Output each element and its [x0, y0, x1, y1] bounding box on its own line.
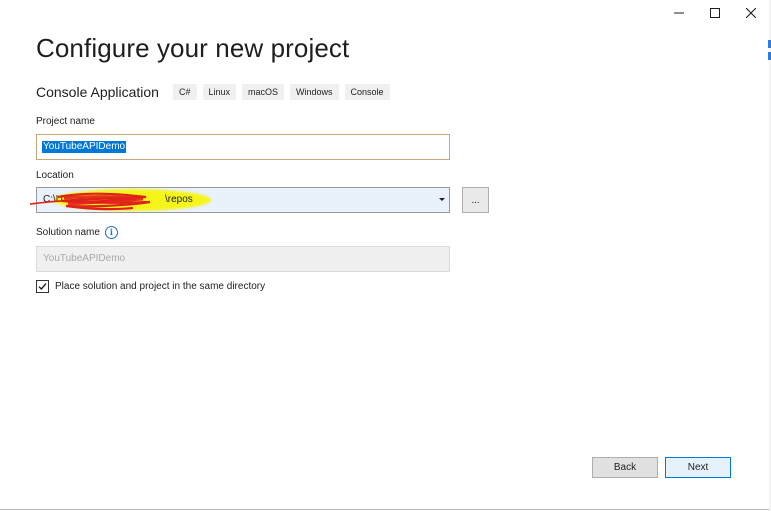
template-summary: Console Application C# Linux macOS Windo…	[36, 82, 390, 102]
location-value-end: \repos	[165, 194, 193, 205]
close-button[interactable]	[733, 0, 769, 26]
location-value-start: C:\U	[43, 194, 63, 205]
same-directory-option[interactable]: Place solution and project in the same d…	[36, 280, 265, 293]
same-directory-checkbox[interactable]	[36, 280, 49, 293]
back-button[interactable]: Back	[592, 457, 658, 478]
location-label: Location	[36, 170, 74, 181]
tag-language: C#	[172, 84, 197, 100]
location-value: C:\U \repos	[43, 194, 193, 206]
project-name-value: YouTubeAPIDemo	[42, 141, 127, 153]
template-name: Console Application	[36, 84, 159, 100]
page-title: Configure your new project	[36, 33, 350, 63]
tag-project-type: Console	[344, 84, 390, 100]
project-name-input[interactable]: YouTubeAPIDemo	[36, 134, 450, 160]
project-name-label: Project name	[36, 116, 95, 127]
next-button[interactable]: Next	[665, 457, 731, 478]
window-controls	[661, 0, 769, 26]
tag-platform-macos: macOS	[242, 84, 285, 100]
tag-platform-windows: Windows	[290, 84, 339, 100]
solution-name-label: Solution name i	[36, 226, 118, 239]
close-icon	[746, 8, 756, 18]
location-combobox[interactable]: C:\U \repos	[36, 187, 450, 213]
dialog-window: Configure your new project Console Appli…	[0, 0, 770, 510]
chevron-down-icon[interactable]	[439, 198, 445, 201]
checkmark-icon	[38, 283, 47, 291]
solution-name-input: YouTubeAPIDemo	[36, 246, 450, 272]
tag-platform-linux: Linux	[202, 84, 237, 100]
maximize-icon	[710, 8, 720, 18]
minimize-button[interactable]	[661, 0, 697, 26]
browse-button[interactable]: ...	[462, 187, 489, 213]
solution-name-label-text: Solution name	[36, 227, 100, 238]
same-directory-label: Place solution and project in the same d…	[55, 281, 266, 292]
info-icon[interactable]: i	[104, 226, 118, 239]
minimize-icon	[674, 12, 684, 14]
solution-name-value: YouTubeAPIDemo	[43, 253, 126, 264]
maximize-button[interactable]	[697, 0, 733, 26]
